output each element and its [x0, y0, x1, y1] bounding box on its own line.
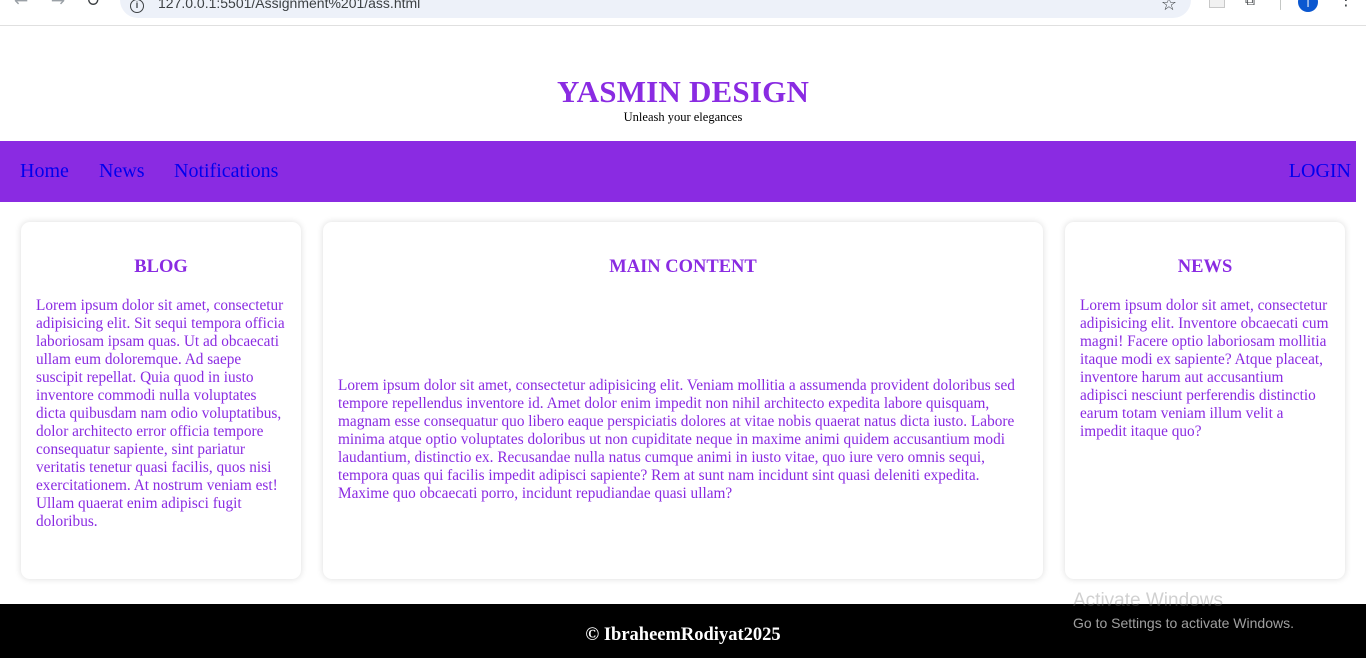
back-arrow-icon[interactable]: ←: [12, 0, 30, 10]
news-body: Lorem ipsum dolor sit amet, consectetur …: [1080, 297, 1329, 440]
main-content-body: Lorem ipsum dolor sit amet, consectetur …: [338, 377, 1015, 502]
browser-menu-icon[interactable]: ⋮: [1338, 0, 1354, 8]
news-card: NEWS Lorem ipsum dolor sit amet, consect…: [1065, 222, 1345, 579]
blog-heading: BLOG: [134, 257, 188, 277]
reload-icon[interactable]: ↻: [84, 0, 102, 10]
nav-news-link[interactable]: News: [99, 160, 145, 183]
bookmark-star-icon[interactable]: ☆: [1161, 0, 1177, 15]
browser-toolbar: ← → ↻ i 127.0.0.1:5501/Assignment%201/as…: [0, 0, 1366, 26]
forward-arrow-icon[interactable]: →: [49, 0, 67, 10]
nav-home-link[interactable]: Home: [20, 160, 69, 183]
toolbar-divider: [1280, 0, 1281, 10]
activate-windows-subtitle: Go to Settings to activate Windows.: [1073, 615, 1294, 631]
site-tagline: Unleash your elegances: [623, 110, 743, 124]
nav-notifications-link[interactable]: Notifications: [174, 160, 278, 183]
address-bar[interactable]: i 127.0.0.1:5501/Assignment%201/ass.html…: [120, 0, 1191, 18]
main-nav: Home News Notifications LOGIN: [0, 141, 1356, 202]
extensions-puzzle-icon[interactable]: ⧉: [1245, 0, 1263, 8]
site-title: YASMIN DESIGN: [556, 74, 810, 109]
url-text[interactable]: 127.0.0.1:5501/Assignment%201/ass.html: [158, 0, 420, 11]
page-footer: © IbraheemRodiyat2025: [0, 604, 1366, 658]
site-info-icon[interactable]: i: [130, 0, 144, 13]
main-content-card: MAIN CONTENT Lorem ipsum dolor sit amet,…: [323, 222, 1043, 579]
profile-avatar[interactable]: I: [1298, 0, 1318, 12]
nav-login-link[interactable]: LOGIN: [1289, 160, 1351, 183]
main-content-heading: MAIN CONTENT: [609, 257, 757, 277]
blog-body: Lorem ipsum dolor sit amet, consectetur …: [36, 297, 285, 530]
activate-windows-title: Activate Windows: [1073, 590, 1223, 611]
news-heading: NEWS: [1177, 257, 1233, 277]
extension-icon[interactable]: [1209, 0, 1225, 8]
blog-card: BLOG Lorem ipsum dolor sit amet, consect…: [21, 222, 301, 579]
